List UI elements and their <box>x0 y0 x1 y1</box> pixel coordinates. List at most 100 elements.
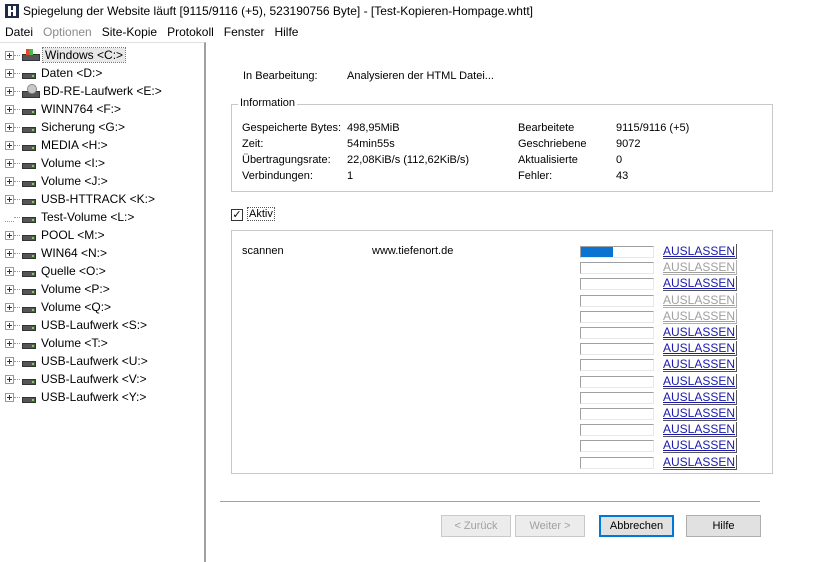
tree-connector-line <box>14 126 20 128</box>
transfer-progress-bar <box>580 294 654 307</box>
tree-connector-line <box>14 198 20 200</box>
tree-item-drive[interactable]: WINN764 <F:> <box>0 100 200 118</box>
drive-icon <box>22 325 36 331</box>
drive-icon <box>22 217 36 223</box>
expand-plus-icon[interactable] <box>5 230 14 240</box>
skip-link[interactable]: AUSLASSEN <box>663 260 738 276</box>
drive-tree[interactable]: Windows <C:> Daten <D:> BD-RE-Laufwerk <E:… <box>0 42 206 562</box>
info-label: Gespeicherte Bytes: <box>242 122 342 134</box>
skip-link[interactable]: AUSLASSEN <box>663 389 738 405</box>
tree-connector-line <box>14 378 20 380</box>
expand-plus-icon[interactable] <box>5 248 14 258</box>
tree-connector-line <box>14 252 20 254</box>
expand-plus-icon[interactable] <box>5 50 14 60</box>
back-button[interactable]: < Zurück <box>441 515 511 537</box>
skip-link[interactable]: AUSLASSEN <box>663 406 738 421</box>
transfer-url: www.tiefenort.de <box>372 245 454 257</box>
info-value: 498,95MiB <box>347 122 400 134</box>
menu-site-kopie[interactable]: Site-Kopie <box>97 25 162 39</box>
tree-item-drive[interactable]: Volume <T:> <box>0 334 200 352</box>
tree-item-drive[interactable]: USB-HTTRACK <K:> <box>0 190 200 208</box>
active-checkbox[interactable]: ✓ <box>231 209 243 221</box>
cancel-button[interactable]: Abbrechen <box>599 515 674 537</box>
info-value: 22,08KiB/s (112,62KiB/s) <box>347 154 470 166</box>
tree-item-drive[interactable]: USB-Laufwerk <Y:> <box>0 388 200 406</box>
expand-plus-icon[interactable] <box>5 176 14 186</box>
transfer-list: scannen www.tiefenort.de AUSLASSEN AUSLASSE… <box>231 230 773 474</box>
expand-plus-icon[interactable] <box>5 68 14 78</box>
menu-protokoll[interactable]: Protokoll <box>162 25 219 39</box>
tree-item-label: MEDIA <H:> <box>41 138 108 152</box>
tree-connector-line <box>14 360 20 362</box>
drive-icon <box>22 73 36 79</box>
menu-fenster[interactable]: Fenster <box>219 25 270 39</box>
skip-link[interactable]: AUSLASSEN <box>663 341 738 357</box>
status-label: In Bearbeitung: <box>243 70 318 82</box>
active-checkbox-label[interactable]: Aktiv <box>247 207 275 221</box>
expand-plus-icon[interactable] <box>5 122 14 132</box>
transfer-progress-bar <box>580 262 654 275</box>
help-button[interactable]: Hilfe <box>686 515 761 537</box>
expand-plus-icon[interactable] <box>5 302 14 312</box>
skip-link[interactable]: AUSLASSEN <box>663 357 738 373</box>
expand-plus-icon[interactable] <box>5 140 14 150</box>
drive-icon <box>22 289 36 295</box>
expand-plus-icon[interactable] <box>5 158 14 168</box>
skip-link[interactable]: AUSLASSEN <box>663 422 738 438</box>
tree-item-drive[interactable]: Test-Volume <L:> <box>0 208 200 226</box>
tree-item-label: Daten <D:> <box>41 66 103 80</box>
tree-item-drive[interactable]: POOL <M:> <box>0 226 200 244</box>
tree-item-drive[interactable]: Sicherung <G:> <box>0 118 200 136</box>
skip-link[interactable]: AUSLASSEN <box>663 373 738 389</box>
info-value: 0 <box>616 154 623 166</box>
tree-item-drive[interactable]: Volume <Q:> <box>0 298 200 316</box>
info-value: 54min55s <box>347 138 395 150</box>
next-button[interactable]: Weiter > <box>515 515 585 537</box>
skip-link[interactable]: AUSLASSEN <box>663 276 738 292</box>
skip-link[interactable]: AUSLASSEN <box>663 308 738 324</box>
tree-item-drive[interactable]: BD-RE-Laufwerk <E:> <box>0 82 200 100</box>
drive-icon <box>22 199 36 205</box>
skip-link[interactable]: AUSLASSEN <box>663 244 738 259</box>
transfer-progress-bar <box>580 278 654 291</box>
expand-plus-icon[interactable] <box>5 284 14 294</box>
expand-plus-icon[interactable] <box>5 86 14 96</box>
menu-optionen[interactable]: Optionen <box>38 25 97 39</box>
httrack-app-icon <box>5 4 19 18</box>
tree-item-drive[interactable]: Daten <D:> <box>0 64 200 82</box>
skip-link[interactable]: AUSLASSEN <box>663 454 738 470</box>
tree-item-label: Test-Volume <L:> <box>41 210 135 224</box>
expand-plus-icon[interactable] <box>5 194 14 204</box>
menu-hilfe[interactable]: Hilfe <box>269 25 303 39</box>
skip-link[interactable]: AUSLASSEN <box>663 438 738 454</box>
tree-item-label: USB-Laufwerk <Y:> <box>41 390 147 404</box>
tree-item-drive[interactable]: MEDIA <H:> <box>0 136 200 154</box>
expand-plus-icon[interactable] <box>5 338 14 348</box>
tree-item-drive[interactable]: USB-Laufwerk <S:> <box>0 316 200 334</box>
skip-link[interactable]: AUSLASSEN <box>663 325 738 340</box>
tree-item-drive[interactable]: Windows <C:> <box>0 46 200 64</box>
tree-item-drive[interactable]: WIN64 <N:> <box>0 244 200 262</box>
tree-item-drive[interactable]: USB-Laufwerk <U:> <box>0 352 200 370</box>
tree-item-drive[interactable]: Volume <J:> <box>0 172 200 190</box>
drive-icon <box>22 145 36 151</box>
expand-plus-icon[interactable] <box>5 104 14 114</box>
tree-item-label: Volume <P:> <box>41 282 110 296</box>
expand-plus-icon[interactable] <box>5 356 14 366</box>
expand-plus-icon[interactable] <box>5 266 14 276</box>
tree-item-drive[interactable]: Volume <P:> <box>0 280 200 298</box>
skip-link[interactable]: AUSLASSEN <box>663 292 738 308</box>
drive-icon <box>22 235 36 241</box>
optical-drive-icon <box>22 84 40 98</box>
tree-connector-line <box>14 234 20 236</box>
menu-datei[interactable]: Datei <box>0 25 38 39</box>
transfer-action: scannen <box>242 245 284 257</box>
transfer-progress-bar <box>580 246 654 258</box>
tree-item-drive[interactable]: Quelle <O:> <box>0 262 200 280</box>
expand-plus-icon[interactable] <box>5 374 14 384</box>
tree-item-drive[interactable]: Volume <I:> <box>0 154 200 172</box>
transfer-progress-bar <box>580 456 654 469</box>
expand-plus-icon[interactable] <box>5 320 14 330</box>
expand-plus-icon[interactable] <box>5 392 14 402</box>
tree-item-drive[interactable]: USB-Laufwerk <V:> <box>0 370 200 388</box>
